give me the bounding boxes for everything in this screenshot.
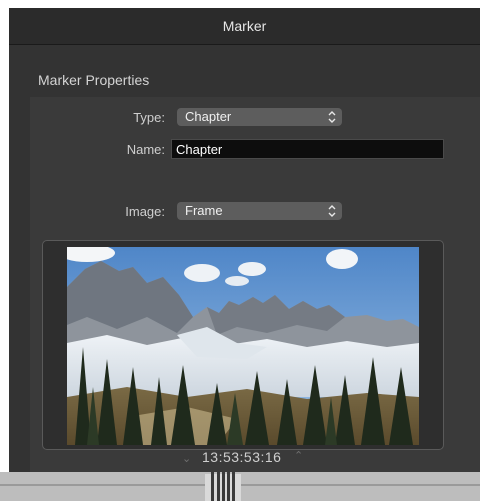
type-popup[interactable]: Chapter (177, 108, 342, 126)
marker-window: Marker Marker Properties Type: Chapter N… (9, 8, 480, 472)
chevron-down-icon[interactable]: ⌄ (182, 452, 191, 465)
mountain-landscape-image (67, 247, 419, 445)
image-popup-value: Frame (185, 203, 223, 218)
window-title: Marker (222, 18, 267, 34)
up-down-chevron-icon (328, 111, 336, 123)
image-popup[interactable]: Frame (177, 202, 342, 220)
section-header: Marker Properties (38, 72, 150, 88)
playhead-icon[interactable] (205, 458, 241, 501)
image-label: Image: (125, 204, 165, 219)
name-field[interactable]: Chapter (171, 139, 444, 159)
image-well[interactable] (42, 240, 444, 450)
title-bar: Marker (9, 8, 480, 45)
up-down-chevron-icon (328, 205, 336, 217)
chevron-up-icon[interactable]: ⌃ (294, 449, 303, 462)
name-label: Name: (126, 142, 165, 157)
type-label: Type: (133, 110, 165, 125)
frame-thumbnail (67, 247, 419, 445)
type-popup-value: Chapter (185, 109, 232, 124)
